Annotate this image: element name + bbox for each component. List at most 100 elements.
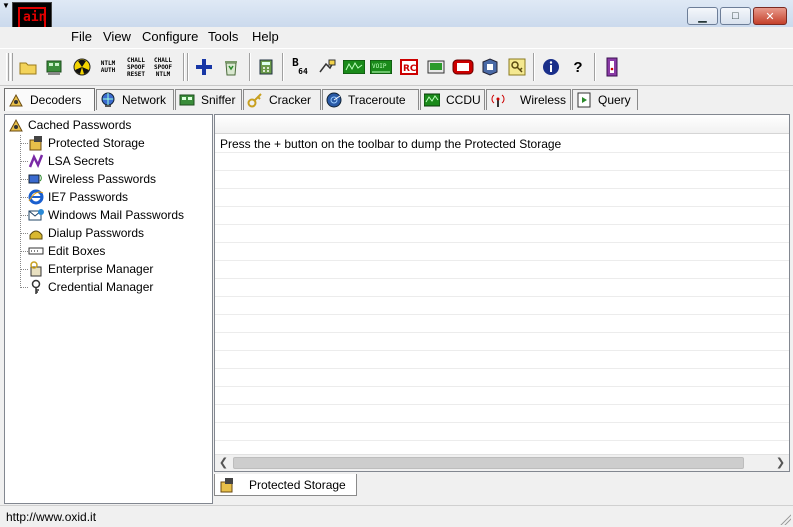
tree-connector <box>20 233 28 234</box>
enterprise-icon <box>30 261 42 277</box>
tree-item-dialup-passwords[interactable]: Dialup Passwords <box>28 224 144 242</box>
add-plus-icon[interactable] <box>192 55 216 79</box>
scroll-thumb[interactable] <box>233 457 744 469</box>
tree-item-protected-storage[interactable]: Protected Storage <box>28 134 145 152</box>
base64-button[interactable]: B 64 <box>288 55 312 79</box>
scroll-right-arrow-icon[interactable]: ❯ <box>772 456 789 471</box>
tree-item-credential-manager[interactable]: Credential Manager <box>28 278 153 296</box>
list-header[interactable] <box>215 115 789 134</box>
menu-tools[interactable]: Tools <box>208 29 238 44</box>
cisco-icon[interactable] <box>478 55 502 79</box>
tree-item-lsa-secrets[interactable]: LSA Secrets <box>28 152 114 170</box>
open-folder-icon[interactable] <box>16 55 40 79</box>
menu-file[interactable]: File <box>71 29 92 44</box>
system-menu-arrow-icon[interactable]: ▼ <box>1 1 11 11</box>
tree-item-label: IE7 Passwords <box>48 190 129 204</box>
dialup-icon <box>29 230 43 240</box>
tree-connector <box>20 135 21 288</box>
status-bar: http://www.oxid.it <box>0 505 793 527</box>
tab-label: Query <box>598 93 631 107</box>
list-row <box>215 423 789 441</box>
key-wizard-icon[interactable] <box>505 55 529 79</box>
menu-configure[interactable]: Configure <box>142 29 198 44</box>
tree-connector <box>20 215 28 216</box>
tracert-icon[interactable] <box>315 55 339 79</box>
minimize-button[interactable]: ▁ <box>687 7 718 25</box>
voip-icon[interactable]: VOIP <box>369 55 393 79</box>
tree-root-cached-passwords[interactable]: Cached Passwords <box>8 116 131 134</box>
close-button[interactable]: ✕ <box>753 7 787 25</box>
info-icon[interactable] <box>539 55 563 79</box>
resize-grip-icon[interactable] <box>779 513 791 525</box>
protected-storage-icon <box>220 477 233 492</box>
exit-icon[interactable] <box>600 55 624 79</box>
tree-item-label: Wireless Passwords <box>48 172 157 186</box>
toolbar-separator <box>594 53 596 81</box>
tab-wireless[interactable]: Wireless <box>486 89 571 110</box>
network-card-icon <box>179 94 195 106</box>
decoder-tree[interactable]: Cached Passwords Protected Storage LSA S… <box>4 114 213 504</box>
editbox-icon <box>28 247 44 255</box>
toolbar-grip <box>10 53 13 81</box>
list-row <box>215 405 789 423</box>
tree-item-ie7-passwords[interactable]: IE7 Passwords <box>28 188 128 206</box>
svg-text:VOIP: VOIP <box>372 63 387 70</box>
ccdu-icon[interactable] <box>342 55 366 79</box>
tab-sniffer[interactable]: Sniffer <box>175 89 242 110</box>
chall-spoof-reset-button[interactable]: CHALL SPOOF RESET <box>124 55 148 79</box>
results-list[interactable]: Press the + button on the toolbar to dum… <box>214 114 790 472</box>
chall-spoof-ntlm-button[interactable]: CHALL SPOOF NTLM <box>151 55 175 79</box>
list-row <box>215 279 789 297</box>
tab-strip: Decoders Network Sniffer Cracker Tracero… <box>0 88 793 111</box>
tree-connector <box>20 197 28 198</box>
ntlm-auth-button[interactable]: NTLM AUTH <box>96 55 120 79</box>
tree-item-edit-boxes[interactable]: Edit Boxes <box>28 242 105 260</box>
list-row <box>215 351 789 369</box>
tree-connector <box>20 179 28 180</box>
tab-query[interactable]: Query <box>572 89 638 110</box>
credential-icon <box>31 279 41 294</box>
wireless-icon <box>28 174 42 184</box>
list-row <box>215 369 789 387</box>
lsa-secrets-icon <box>28 153 44 169</box>
tree-item-wireless-passwords[interactable]: Wireless Passwords <box>28 170 156 188</box>
scroll-left-arrow-icon[interactable]: ❮ <box>215 456 232 471</box>
menu-help[interactable]: Help <box>252 29 279 44</box>
apr-icon[interactable]: RC <box>397 55 421 79</box>
tree-connector <box>20 161 28 162</box>
tree-item-label: Dialup Passwords <box>48 226 145 240</box>
list-row <box>215 171 789 189</box>
tab-decoders[interactable]: Decoders <box>4 88 95 111</box>
globe-icon <box>101 92 115 107</box>
toolbar-separator <box>282 53 284 81</box>
tree-item-enterprise-manager[interactable]: Enterprise Manager <box>28 260 153 278</box>
protected-storage-icon <box>29 136 42 151</box>
tab-ccdu[interactable]: CCDU <box>420 89 485 110</box>
tab-traceroute[interactable]: Traceroute <box>322 89 419 110</box>
menu-view[interactable]: View <box>103 29 131 44</box>
toolbar-grip <box>6 53 9 81</box>
tab-network[interactable]: Network <box>96 89 174 110</box>
decoder-icon <box>9 118 23 132</box>
tab-label: Decoders <box>30 93 82 107</box>
sniffer-monitor-icon[interactable] <box>424 55 448 79</box>
horizontal-scrollbar[interactable]: ❮ ❯ <box>215 454 789 471</box>
list-row <box>215 189 789 207</box>
radiation-icon[interactable] <box>70 55 94 79</box>
tree-connector <box>20 287 28 288</box>
tree-connector <box>20 143 28 144</box>
start-sniffer-icon[interactable] <box>42 55 66 79</box>
list-row <box>215 153 789 171</box>
maximize-button[interactable]: □ <box>720 7 751 25</box>
router-icon[interactable] <box>451 55 475 79</box>
list-row <box>215 333 789 351</box>
recycle-icon[interactable] <box>219 55 243 79</box>
help-icon[interactable]: ? <box>566 55 590 79</box>
ccdu-icon <box>424 93 440 107</box>
hash-calc-icon[interactable] <box>254 55 278 79</box>
tree-item-windows-mail-passwords[interactable]: Windows Mail Passwords <box>28 206 184 224</box>
tab-cracker[interactable]: Cracker <box>243 89 321 110</box>
tree-item-label: Enterprise Manager <box>48 262 154 276</box>
list-row-message: Press the + button on the toolbar to dum… <box>215 135 789 153</box>
subtab-protected-storage[interactable]: Protected Storage <box>214 474 357 496</box>
